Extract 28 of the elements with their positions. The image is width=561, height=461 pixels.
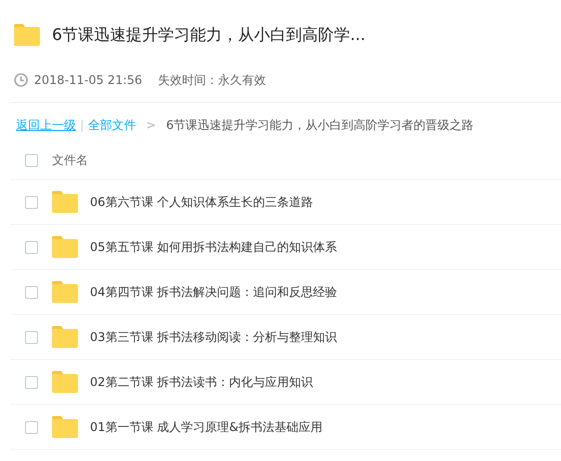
breadcrumb-arrow: > — [146, 118, 156, 132]
separator: | — [80, 118, 84, 132]
share-title: 6节课迅速提升学习能力，从小白到高阶学... — [52, 24, 366, 46]
folder-icon — [52, 281, 78, 303]
checkbox[interactable] — [25, 420, 38, 434]
folder-icon — [52, 236, 78, 258]
checkbox[interactable] — [25, 376, 38, 388]
checkbox[interactable] — [25, 154, 38, 166]
checkbox[interactable] — [25, 196, 38, 208]
checkbox[interactable] — [25, 240, 38, 254]
folder-icon — [14, 24, 40, 46]
folder-name[interactable]: 01第一节课 成人学习原理&拆书法基础应用 — [90, 418, 322, 436]
folder-name[interactable]: 02第二节课 拆书法读书：内化与应用知识 — [90, 374, 314, 390]
folder-icon — [52, 326, 78, 348]
current-folder: 6节课迅速提升学习能力，从小白到高阶学习者的晋级之路 — [166, 116, 474, 134]
folder-icon — [52, 191, 78, 213]
folder-icon — [52, 371, 78, 393]
column-header: 文件名 — [52, 152, 88, 168]
folder-name[interactable]: 03第三节课 拆书法移动阅读：分析与整理知识 — [90, 328, 338, 346]
checkbox[interactable] — [25, 330, 38, 344]
checkbox[interactable] — [25, 286, 38, 298]
share-time: 2018-11-05 21:56 — [34, 73, 142, 87]
folder-name[interactable]: 06第六节课 个人知识体系生长的三条道路 — [90, 194, 314, 210]
expiry-text: 失效时间：永久有效 — [158, 72, 266, 88]
folder-name[interactable]: 04第四节课 拆书法解决问题：追问和反思经验 — [90, 284, 338, 300]
folder-icon — [52, 416, 78, 438]
folder-name[interactable]: 05第五节课 如何用拆书法构建自己的知识体系 — [90, 238, 338, 256]
clock-icon — [14, 73, 28, 87]
